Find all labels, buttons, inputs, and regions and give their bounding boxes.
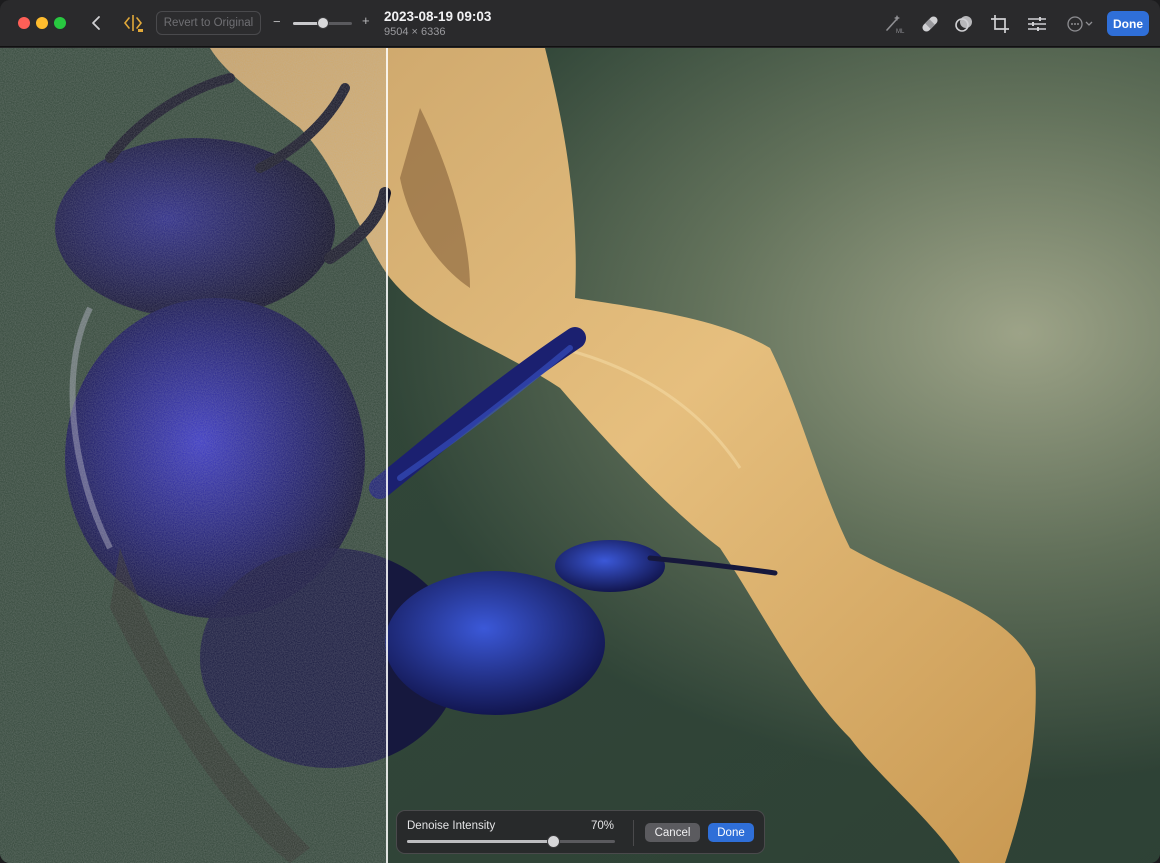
filter-icon[interactable] [952,12,976,36]
denoise-intensity-value: 70% [591,820,615,832]
zoom-slider[interactable] [293,17,352,29]
adjust-sliders-icon[interactable] [1024,12,1050,36]
denoise-intensity-slider[interactable] [407,835,615,848]
revert-to-original-button[interactable]: Revert to Original [156,11,261,35]
maximize-window-button[interactable] [54,17,66,29]
ml-magic-wand-icon[interactable]: ML [882,12,906,36]
panel-divider [633,820,634,846]
photo-image [0,48,1160,863]
denoise-intensity-label: Denoise Intensity [407,820,496,832]
denoise-done-button[interactable]: Done [708,823,754,842]
photo-canvas[interactable] [0,48,1160,863]
zoom-out-button[interactable]: − [273,15,281,29]
photo-date: 2023-08-19 09:03 [384,9,492,24]
before-after-split-line[interactable] [386,48,388,863]
crop-icon[interactable] [988,12,1012,36]
back-icon[interactable] [86,12,108,34]
healing-bandage-icon[interactable] [918,12,942,36]
close-window-button[interactable] [18,17,30,29]
photo-dimensions: 9504 × 6336 [384,26,446,38]
cancel-button[interactable]: Cancel [645,823,700,842]
denoise-slider-fill [407,840,553,843]
zoom-slider-thumb[interactable] [316,17,329,29]
done-button[interactable]: Done [1107,11,1149,36]
photo-editor-window: Revert to Original − + 2023-08-19 09:03 … [0,0,1160,863]
toolbar: Revert to Original − + 2023-08-19 09:03 … [0,0,1160,47]
minimize-window-button[interactable] [36,17,48,29]
zoom-in-button[interactable]: + [362,14,370,28]
svg-text:ML: ML [896,29,905,35]
denoise-panel: Denoise Intensity 70% Cancel Done [396,810,765,854]
denoise-slider-thumb[interactable] [546,835,560,848]
compare-icon[interactable] [121,12,145,34]
more-ellipsis-icon[interactable] [1064,12,1096,36]
